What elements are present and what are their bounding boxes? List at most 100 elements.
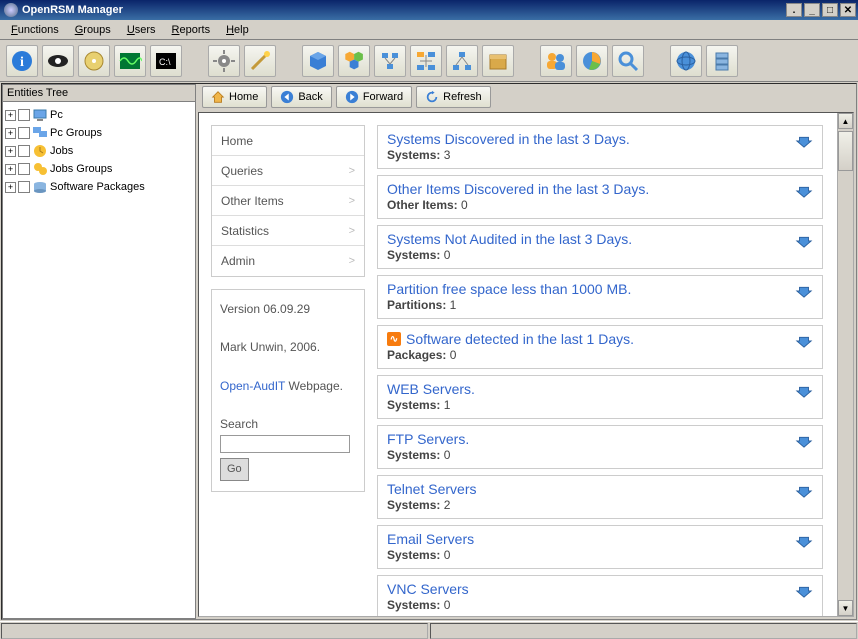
expand-down-icon[interactable] (795, 481, 813, 502)
tree-item-pc[interactable]: +Pc (5, 106, 193, 124)
card-title-link[interactable]: ∿ Software detected in the last 1 Days. (387, 331, 795, 347)
expand-down-icon[interactable] (795, 531, 813, 552)
dashboard-card: ∿ Software detected in the last 1 Days.P… (377, 325, 823, 369)
toolbutton-server[interactable] (706, 45, 738, 77)
openaudit-link[interactable]: Open-AudIT (220, 379, 285, 393)
expand-icon[interactable]: + (5, 182, 16, 193)
toolbutton-pie[interactable] (576, 45, 608, 77)
checkbox[interactable] (18, 163, 30, 175)
toolbutton-wave[interactable] (114, 45, 146, 77)
search-icon (616, 49, 640, 73)
back-button[interactable]: Back (271, 86, 331, 108)
tree-item-jobs[interactable]: +Jobs (5, 142, 193, 160)
nav-label: Queries (221, 164, 263, 178)
card-title-link[interactable]: Other Items Discovered in the last 3 Day… (387, 181, 795, 197)
toolbutton-disc[interactable] (78, 45, 110, 77)
expand-icon[interactable]: + (5, 110, 16, 121)
nav-statistics[interactable]: Statistics> (212, 216, 364, 246)
nav-admin[interactable]: Admin> (212, 246, 364, 276)
card-title-link[interactable]: VNC Servers (387, 581, 795, 597)
card-meta: Systems: 0 (387, 548, 795, 562)
menu-help[interactable]: Help (219, 22, 256, 38)
expand-icon[interactable]: + (5, 128, 16, 139)
menu-functions[interactable]: Functions (4, 22, 66, 38)
console-icon: C:\ (154, 49, 178, 73)
search-input[interactable] (220, 435, 350, 453)
checkbox[interactable] (18, 109, 30, 121)
entities-tree: +Pc+Pc Groups+Jobs+Jobs Groups+Software … (3, 102, 195, 618)
forward-button[interactable]: Forward (336, 86, 412, 108)
card-title-link[interactable]: Systems Discovered in the last 3 Days. (387, 131, 795, 147)
tree-item-software-packages[interactable]: +Software Packages (5, 178, 193, 196)
expand-down-icon[interactable] (795, 281, 813, 302)
scroll-thumb[interactable] (838, 131, 853, 171)
toolbutton-net3[interactable] (446, 45, 478, 77)
browse-toolbar: Home Back Forward Refresh (196, 84, 856, 110)
tree-item-jobs-groups[interactable]: +Jobs Groups (5, 160, 193, 178)
scrollbar[interactable]: ▲ ▼ (837, 113, 853, 616)
nav-home[interactable]: Home (212, 126, 364, 156)
help-context-button[interactable]: . (786, 3, 802, 17)
status-cell-1 (1, 623, 428, 639)
expand-down-icon[interactable] (795, 581, 813, 602)
card-title-link[interactable]: Systems Not Audited in the last 3 Days. (387, 231, 795, 247)
card-title-link[interactable]: Telnet Servers (387, 481, 795, 497)
expand-icon[interactable]: + (5, 146, 16, 157)
toolbutton-eye[interactable] (42, 45, 74, 77)
close-button[interactable]: ✕ (840, 3, 856, 17)
scroll-down-arrow[interactable]: ▼ (838, 600, 853, 616)
titlebar: OpenRSM Manager . _ □ ✕ (0, 0, 858, 20)
card-title-link[interactable]: Email Servers (387, 531, 795, 547)
toolbutton-globe[interactable] (670, 45, 702, 77)
toolbutton-search[interactable] (612, 45, 644, 77)
toolbutton-console[interactable]: C:\ (150, 45, 182, 77)
card-meta: Packages: 0 (387, 348, 795, 362)
nav-other-items[interactable]: Other Items> (212, 186, 364, 216)
eye-icon (46, 49, 70, 73)
expand-down-icon[interactable] (795, 381, 813, 402)
menu-reports[interactable]: Reports (165, 22, 218, 38)
menu-users[interactable]: Users (120, 22, 163, 38)
card-meta: Systems: 0 (387, 248, 795, 262)
toolbutton-cubes[interactable] (338, 45, 370, 77)
toolbutton-pkg[interactable] (482, 45, 514, 77)
menu-groups[interactable]: Groups (68, 22, 118, 38)
go-button[interactable]: Go (220, 458, 249, 482)
chevron-right-icon: > (349, 225, 355, 237)
toolbutton-net2[interactable] (410, 45, 442, 77)
nav-label: Home (221, 134, 253, 148)
minimize-button[interactable]: _ (804, 3, 820, 17)
globe-icon (674, 49, 698, 73)
toolbutton-gear[interactable] (208, 45, 240, 77)
card-title-link[interactable]: FTP Servers. (387, 431, 795, 447)
toolbutton-cube[interactable] (302, 45, 334, 77)
checkbox[interactable] (18, 181, 30, 193)
expand-down-icon[interactable] (795, 181, 813, 202)
dashboard-card: VNC ServersSystems: 0 (377, 575, 823, 617)
expand-icon[interactable]: + (5, 164, 16, 175)
expand-down-icon[interactable] (795, 231, 813, 252)
toolbutton-net1[interactable] (374, 45, 406, 77)
info-icon: i (10, 49, 34, 73)
checkbox[interactable] (18, 127, 30, 139)
nav-queries[interactable]: Queries > (212, 156, 364, 186)
maximize-button[interactable]: □ (822, 3, 838, 17)
tree-item-pc-groups[interactable]: +Pc Groups (5, 124, 193, 142)
card-title-link[interactable]: WEB Servers. (387, 381, 795, 397)
toolbutton-wand[interactable] (244, 45, 276, 77)
chevron-right-icon: > (349, 165, 355, 177)
entities-panel: Entities Tree +Pc+Pc Groups+Jobs+Jobs Gr… (2, 84, 196, 619)
toolbutton-users[interactable] (540, 45, 572, 77)
refresh-button[interactable]: Refresh (416, 86, 491, 108)
checkbox[interactable] (18, 145, 30, 157)
expand-down-icon[interactable] (795, 131, 813, 152)
card-title-link[interactable]: Partition free space less than 1000 MB. (387, 281, 795, 297)
scroll-up-arrow[interactable]: ▲ (838, 113, 853, 129)
toolbutton-info[interactable]: i (6, 45, 38, 77)
expand-down-icon[interactable] (795, 431, 813, 452)
home-button[interactable]: Home (202, 86, 267, 108)
dashboard-card: Email ServersSystems: 0 (377, 525, 823, 569)
dashboard-card: Systems Discovered in the last 3 Days.Sy… (377, 125, 823, 169)
toolbar: i C:\ (0, 40, 858, 82)
expand-down-icon[interactable] (795, 331, 813, 352)
